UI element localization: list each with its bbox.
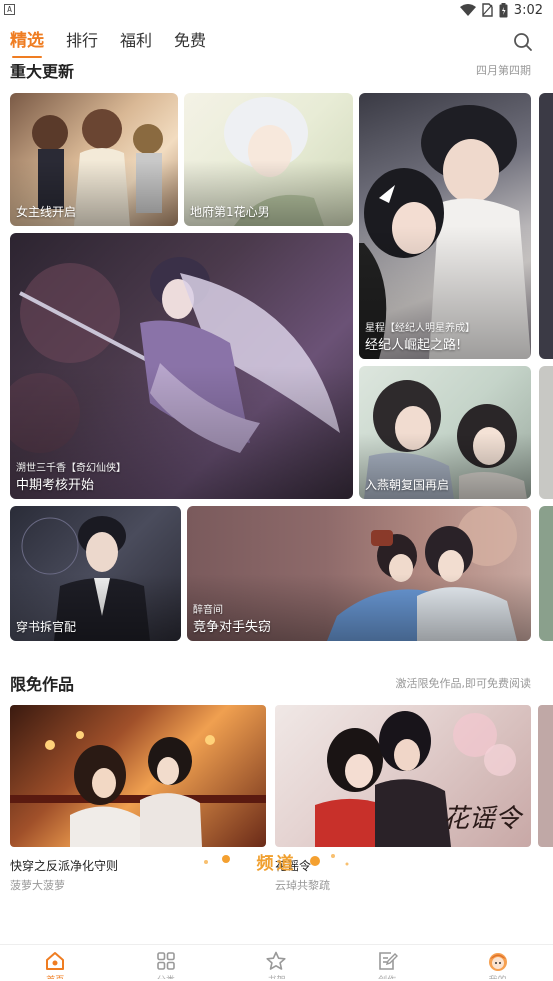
bottom-nav-home[interactable]: 首页 bbox=[0, 945, 111, 981]
update-card-title: 女主线开启 bbox=[16, 205, 77, 219]
bottom-nav-category[interactable]: 分类 bbox=[111, 945, 222, 981]
battery-icon bbox=[499, 2, 508, 17]
no-sim-icon bbox=[482, 3, 493, 17]
channel-label: 频道 bbox=[256, 854, 297, 874]
update-card-peek[interactable] bbox=[539, 366, 553, 499]
bottom-nav: 首页 分类 书架 创作 我的 bbox=[0, 944, 553, 981]
update-card-peek[interactable] bbox=[539, 506, 553, 641]
status-bar: A 3:02 bbox=[0, 0, 553, 20]
update-card-subtitle: 醉音间 bbox=[193, 605, 223, 616]
home-icon bbox=[46, 952, 65, 970]
update-card-title: 竞争对手失窃 bbox=[193, 620, 272, 635]
free-section-hint[interactable]: 激活限免作品,即可免费阅读 bbox=[396, 675, 532, 691]
search-icon[interactable] bbox=[511, 30, 535, 54]
update-card-title: 穿书拆官配 bbox=[16, 620, 77, 634]
update-card[interactable]: 溯世三千香【奇幻仙侠】中期考核开始 bbox=[10, 233, 353, 499]
free-section-header: 限免作品 激活限免作品,即可免费阅读 bbox=[10, 671, 531, 695]
channel-banner[interactable]: 频道 bbox=[0, 846, 553, 876]
tab-free[interactable]: 免费 bbox=[174, 20, 206, 64]
bottom-nav-label: 我的 bbox=[489, 973, 507, 979]
free-section-title: 限免作品 bbox=[10, 675, 75, 694]
cover-artwork bbox=[10, 731, 266, 847]
update-card[interactable]: 地府第1花心男 bbox=[184, 93, 353, 226]
update-card-peek[interactable] bbox=[539, 93, 553, 359]
grid-icon bbox=[157, 952, 175, 970]
bottom-nav-create[interactable]: 创作 bbox=[332, 945, 443, 981]
avatar-icon bbox=[488, 953, 507, 971]
update-card-subtitle: 溯世三千香【奇幻仙侠】 bbox=[16, 463, 126, 474]
clock: 3:02 bbox=[513, 2, 543, 18]
bottom-nav-label: 书架 bbox=[267, 973, 285, 979]
bottom-nav-label: 创作 bbox=[378, 973, 396, 979]
star-icon bbox=[266, 951, 287, 970]
free-item-author: 菠萝大菠萝 bbox=[10, 879, 65, 892]
free-item-author: 云琸共黎疏 bbox=[275, 879, 330, 892]
update-card[interactable]: 星程【经纪人明星养成】经纪人崛起之路! bbox=[359, 93, 531, 359]
update-card-title: 经纪人崛起之路! bbox=[365, 338, 462, 353]
tab-ranking[interactable]: 排行 bbox=[66, 20, 98, 64]
update-card-title: 中期考核开始 bbox=[16, 478, 95, 493]
update-card[interactable]: 入燕朝复国再启 bbox=[359, 366, 531, 499]
bottom-nav-bookshelf[interactable]: 书架 bbox=[221, 945, 332, 981]
update-card[interactable]: 醉音间 竞争对手失窃 bbox=[187, 506, 531, 641]
updates-section-header: 重大更新 四月第四期 bbox=[10, 64, 531, 82]
updates-section-period: 四月第四期 bbox=[476, 64, 531, 77]
app-notification-icon: A bbox=[4, 4, 15, 15]
bottom-nav-profile[interactable]: 我的 bbox=[442, 945, 553, 981]
updates-section-title: 重大更新 bbox=[10, 64, 75, 81]
update-card[interactable]: 女主线开启 bbox=[10, 93, 178, 226]
free-item-cover[interactable]: 花谣令 bbox=[275, 705, 531, 847]
update-card-subtitle: 星程【经纪人明星养成】 bbox=[365, 323, 475, 334]
bottom-nav-label: 分类 bbox=[157, 973, 175, 979]
free-item-cover[interactable] bbox=[10, 705, 266, 847]
update-card-title: 入燕朝复国再启 bbox=[365, 478, 450, 492]
bottom-nav-label: 首页 bbox=[46, 973, 64, 979]
main-content[interactable]: 重大更新 四月第四期 女主线开启 地府第1花心男 星程【经纪人明星养成】 经纪人… bbox=[0, 64, 553, 944]
update-card[interactable]: 穿书拆官配 bbox=[10, 506, 181, 641]
edit-icon bbox=[379, 952, 399, 970]
top-tab-bar: 精选 排行 福利 免费 bbox=[0, 20, 553, 64]
cover-art-lettering: 花谣令 bbox=[442, 804, 521, 834]
tab-featured[interactable]: 精选 bbox=[10, 20, 44, 64]
wifi-icon bbox=[459, 4, 476, 16]
free-item-peek[interactable] bbox=[538, 705, 553, 847]
tab-welfare[interactable]: 福利 bbox=[120, 20, 152, 64]
update-card-title: 地府第1花心男 bbox=[190, 205, 270, 219]
